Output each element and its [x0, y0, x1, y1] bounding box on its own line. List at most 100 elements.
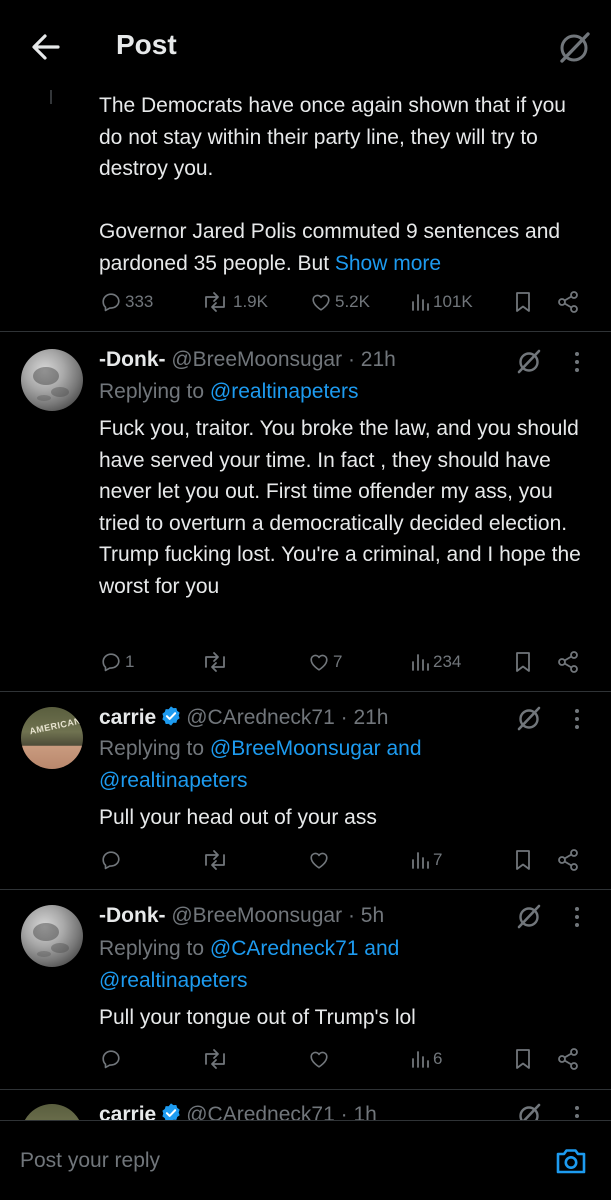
post-time: · 5h: [347, 904, 385, 927]
views-button[interactable]: 7: [410, 845, 442, 875]
avatar[interactable]: [21, 349, 83, 411]
reply-button[interactable]: 333: [100, 287, 153, 317]
main-post: The Democrats have once again shown that…: [0, 90, 611, 332]
bookmark-button[interactable]: [513, 287, 533, 317]
reply-icon: [102, 851, 120, 870]
thread-line: [50, 90, 52, 104]
reply-button[interactable]: 1: [100, 647, 134, 677]
share-icon: [558, 1048, 578, 1070]
repost-button[interactable]: [200, 845, 233, 875]
view-count: 6: [433, 1049, 443, 1068]
user-handle[interactable]: @CAredneck71: [186, 1103, 335, 1120]
share-button[interactable]: [556, 647, 580, 677]
more-options-icon[interactable]: [570, 706, 584, 732]
like-button[interactable]: [308, 845, 333, 875]
reply-post[interactable]: -Donk- @BreeMoonsugar · 21h Replying to …: [0, 332, 611, 692]
reply-button[interactable]: [100, 1044, 125, 1074]
like-button[interactable]: 5.2K: [310, 287, 370, 317]
reply-count: 1: [125, 652, 135, 671]
reply-icon: [102, 1050, 120, 1069]
view-count: 234: [433, 652, 462, 671]
replying-to-link[interactable]: @realtinapeters: [210, 380, 359, 403]
share-button[interactable]: [556, 845, 580, 875]
replying-to: Replying to @BreeMoonsugar and @realtina…: [99, 733, 499, 797]
more-options-icon[interactable]: [570, 904, 584, 930]
views-button[interactable]: 6: [410, 1044, 442, 1074]
replying-prefix: Replying to: [99, 380, 205, 403]
post-time: · 1h: [340, 1103, 377, 1120]
views-button[interactable]: 234: [410, 647, 461, 677]
bookmark-button[interactable]: [513, 1044, 533, 1074]
like-button[interactable]: 7: [308, 647, 342, 677]
bookmark-button[interactable]: [513, 647, 533, 677]
avatar-cap-text: AMERICAN: [28, 715, 82, 737]
verified-badge-icon: [162, 1103, 180, 1120]
reply-post[interactable]: -Donk- @BreeMoonsugar · 5h Replying to @…: [0, 890, 611, 1090]
replying-to: Replying to @CAredneck71 and @realtinape…: [99, 933, 499, 997]
repost-icon: [205, 652, 225, 672]
reply-post[interactable]: carrie @CAredneck71 · 1h: [0, 1090, 611, 1120]
like-count: 7: [333, 652, 343, 671]
more-options-icon[interactable]: [570, 1103, 584, 1120]
share-icon: [558, 291, 578, 313]
share-button[interactable]: [556, 1044, 580, 1074]
display-name[interactable]: carrie: [99, 1103, 156, 1120]
repost-icon: [205, 292, 225, 312]
repost-icon: [205, 1049, 225, 1069]
views-icon: [412, 852, 429, 869]
reply-header: -Donk- @BreeMoonsugar · 5h: [99, 904, 384, 928]
back-arrow-icon[interactable]: [26, 27, 66, 67]
share-icon: [558, 651, 578, 673]
views-icon: [412, 294, 429, 311]
reply-post[interactable]: AMERICAN carrie @CAredneck71 · 21h Replyi…: [0, 692, 611, 890]
heart-icon: [310, 852, 328, 869]
grok-icon[interactable]: [514, 901, 544, 931]
reply-header: carrie @CAredneck71 · 1h: [99, 1102, 377, 1120]
reply-icon: [102, 293, 120, 312]
top-bar: Post: [0, 0, 611, 90]
repost-button[interactable]: [200, 647, 233, 677]
display-name[interactable]: -Donk-: [99, 348, 166, 371]
reply-actions: 6: [0, 1044, 611, 1074]
display-name[interactable]: -Donk-: [99, 904, 166, 927]
user-handle[interactable]: @BreeMoonsugar: [171, 904, 342, 927]
repost-button[interactable]: [200, 1044, 233, 1074]
reply-text: Pull your head out of your ass: [99, 806, 377, 829]
user-handle[interactable]: @BreeMoonsugar: [171, 348, 342, 371]
like-count: 5.2K: [335, 292, 370, 311]
views-icon: [412, 654, 429, 671]
share-button[interactable]: [556, 287, 580, 317]
avatar[interactable]: AMERICAN: [21, 707, 83, 769]
more-options-icon[interactable]: [570, 349, 584, 375]
share-icon: [558, 849, 578, 871]
show-more-link[interactable]: Show more: [335, 252, 441, 275]
views-button[interactable]: 101K: [410, 287, 473, 317]
avatar[interactable]: [21, 905, 83, 967]
reply-button[interactable]: [100, 845, 125, 875]
bookmark-icon: [516, 850, 530, 870]
reply-composer: Post your reply: [0, 1120, 611, 1200]
repost-button[interactable]: 1.9K: [200, 287, 268, 317]
camera-icon[interactable]: [553, 1143, 589, 1179]
grok-icon[interactable]: [514, 703, 544, 733]
reply-icon: [102, 653, 120, 672]
user-handle[interactable]: @CAredneck71: [186, 706, 335, 729]
grok-icon[interactable]: [514, 1100, 544, 1120]
heart-icon: [310, 1051, 328, 1068]
views-icon: [412, 1051, 429, 1068]
post-time: · 21h: [347, 348, 396, 371]
grok-icon[interactable]: [514, 346, 544, 376]
grok-icon[interactable]: [553, 26, 595, 68]
page-title: Post: [116, 29, 177, 60]
reply-input[interactable]: Post your reply: [20, 1149, 160, 1173]
display-name[interactable]: carrie: [99, 706, 156, 729]
view-count: 7: [433, 850, 443, 869]
avatar[interactable]: [21, 1104, 83, 1120]
view-count: 101K: [433, 292, 473, 311]
like-button[interactable]: [308, 1044, 333, 1074]
reply-actions: 7: [0, 845, 611, 875]
bookmark-icon: [516, 652, 530, 672]
bookmark-button[interactable]: [513, 845, 533, 875]
post-text: The Democrats have once again shown that…: [99, 90, 589, 279]
reply-text: Fuck you, traitor. You broke the law, an…: [99, 417, 581, 598]
